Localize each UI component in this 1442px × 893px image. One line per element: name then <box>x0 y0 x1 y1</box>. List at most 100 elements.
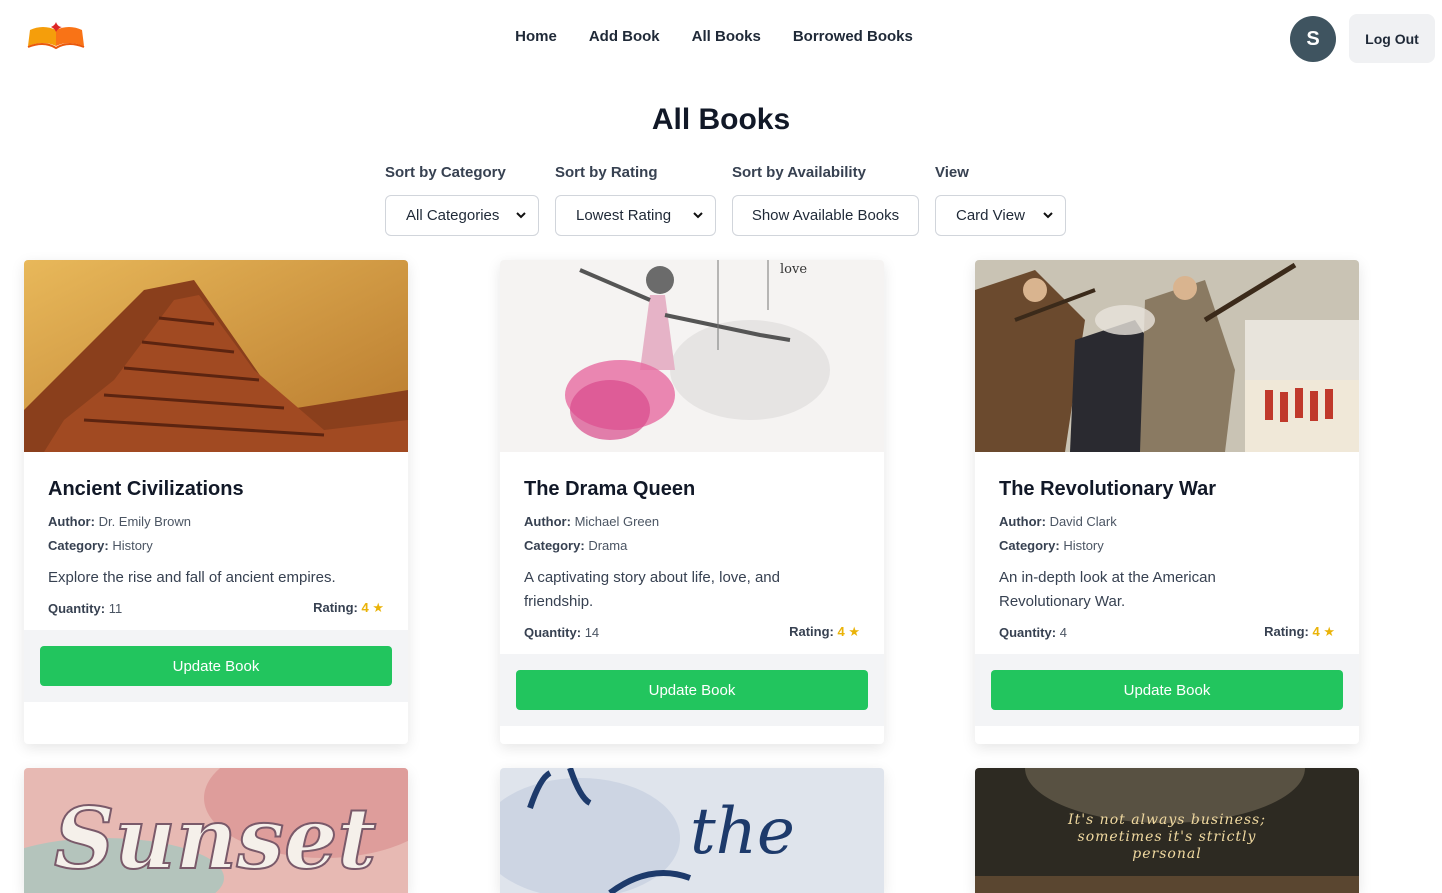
star-icon: ★ <box>1323 624 1335 639</box>
category-value: Drama <box>588 538 628 553</box>
book-card: The Revolutionary War Author: David Clar… <box>975 260 1359 744</box>
book-rating: Rating: 4 ★ <box>789 624 860 640</box>
availability-button-label: Show Available Books <box>751 207 900 224</box>
category-label: Category: <box>999 538 1060 553</box>
card-actions: Update Book <box>500 654 884 726</box>
business-cover-art: It's not always business; sometimes it's… <box>975 768 1359 893</box>
book-cover-image: the <box>500 768 884 893</box>
category-filter-label: Sort by Category <box>385 164 506 181</box>
book-description: Explore the rise and fall of ancient emp… <box>48 569 336 586</box>
book-card: the <box>500 768 884 893</box>
book-footer: Quantity: 11 Rating: 4 ★ <box>48 596 384 620</box>
book-cover-image: Sunset <box>24 768 408 893</box>
dancer-cover-art: love <box>500 260 884 452</box>
quantity-value: 11 <box>108 600 123 616</box>
category-label: Category: <box>48 538 109 553</box>
author-label: Author: <box>999 514 1046 529</box>
book-author: Author: David Clark <box>999 512 1335 532</box>
nav-add-book-link[interactable]: Add Book <box>589 28 660 45</box>
nav-all-books-link[interactable]: All Books <box>692 28 761 45</box>
cover-text: the <box>690 795 795 869</box>
update-book-button[interactable]: Update Book <box>991 670 1343 710</box>
main-nav: Home Add Book All Books Borrowed Books <box>0 28 1442 45</box>
nav-home-link[interactable]: Home <box>515 28 557 45</box>
cover-text: love <box>780 262 807 277</box>
card-actions: Update Book <box>24 630 408 702</box>
rating-select[interactable]: Lowest Rating <box>555 195 716 236</box>
view-filter-label: View <box>935 164 969 181</box>
star-icon: ★ <box>848 624 860 639</box>
sunset-cover-art: Sunset <box>24 768 408 893</box>
book-cover-image: It's not always business; sometimes it's… <box>975 768 1359 893</box>
nav-borrowed-books-link[interactable]: Borrowed Books <box>793 28 913 45</box>
category-select-value: All Categories <box>406 207 500 224</box>
book-category: Category: History <box>48 536 384 556</box>
book-quantity: Quantity: 11 <box>48 601 122 616</box>
book-author: Author: Dr. Emily Brown <box>48 512 384 532</box>
rating-label: Rating: <box>1264 624 1309 639</box>
show-available-books-button[interactable]: Show Available Books <box>732 195 919 236</box>
category-select[interactable]: All Categories <box>385 195 539 236</box>
revolutionary-war-cover-art <box>975 260 1359 452</box>
view-select[interactable]: Card View <box>935 195 1066 236</box>
quantity-label: Quantity: <box>524 624 582 640</box>
navbar: Home Add Book All Books Borrowed Books S… <box>0 0 1442 78</box>
chevron-down-icon <box>1043 212 1053 219</box>
book-cover-image <box>24 260 408 452</box>
pyramid-cover-art <box>24 260 408 452</box>
book-rating: Rating: 4 ★ <box>1264 624 1335 640</box>
update-book-button[interactable]: Update Book <box>40 646 392 686</box>
star-icon: ★ <box>372 600 384 615</box>
author-value: Dr. Emily Brown <box>98 514 192 529</box>
rating-value: 4 <box>837 624 845 639</box>
page-title: All Books <box>651 103 791 136</box>
book-cover-image: love <box>500 260 884 452</box>
quantity-value: 4 <box>1059 624 1067 640</box>
update-book-button[interactable]: Update Book <box>516 670 868 710</box>
author-label: Author: <box>48 514 95 529</box>
book-quantity: Quantity: 4 <box>999 625 1067 640</box>
view-select-value: Card View <box>956 207 1025 224</box>
book-author: Author: Michael Green <box>524 512 860 532</box>
category-value: History <box>1063 538 1104 553</box>
book-footer: Quantity: 4 Rating: 4 ★ <box>999 620 1335 644</box>
book-rating: Rating: 4 ★ <box>313 600 384 616</box>
user-avatar[interactable]: S <box>1290 16 1336 62</box>
book-title: Ancient Civilizations <box>48 478 244 500</box>
chevron-down-icon <box>693 212 703 219</box>
availability-filter-label: Sort by Availability <box>732 164 866 181</box>
rating-filter-label: Sort by Rating <box>555 164 658 181</box>
logout-button[interactable]: Log Out <box>1349 14 1435 63</box>
book-quantity: Quantity: 14 <box>524 625 599 640</box>
author-label: Author: <box>524 514 571 529</box>
quantity-label: Quantity: <box>48 600 106 616</box>
cover-text: Sunset <box>54 789 376 888</box>
view-filter: View Card View <box>935 164 1066 236</box>
rating-value: 4 <box>1312 624 1320 639</box>
book-footer: Quantity: 14 Rating: 4 ★ <box>524 620 860 644</box>
cover-text: It's not always business; sometimes it's… <box>1068 812 1266 862</box>
rating-label: Rating: <box>789 624 834 639</box>
author-value: David Clark <box>1049 514 1117 529</box>
book-card: love The Drama Queen Author: Michael Gre… <box>500 260 884 744</box>
category-filter: Sort by Category All Categories <box>385 164 539 236</box>
category-value: History <box>112 538 153 553</box>
book-title: The Drama Queen <box>524 478 696 500</box>
rating-select-value: Lowest Rating <box>576 207 672 224</box>
category-label: Category: <box>524 538 585 553</box>
rating-label: Rating: <box>313 600 358 615</box>
rating-value: 4 <box>361 600 369 615</box>
book-card: It's not always business; sometimes it's… <box>975 768 1359 893</box>
rating-filter: Sort by Rating Lowest Rating <box>555 164 716 236</box>
book-category: Category: History <box>999 536 1335 556</box>
book-description: A captivating story about life, love, an… <box>524 569 780 610</box>
quantity-label: Quantity: <box>999 624 1057 640</box>
book-title: The Revolutionary War <box>999 478 1217 500</box>
book-cover-image <box>975 260 1359 452</box>
author-value: Michael Green <box>574 514 660 529</box>
card-actions: Update Book <box>975 654 1359 726</box>
availability-filter: Sort by Availability Show Available Book… <box>732 164 919 236</box>
book-card: Ancient Civilizations Author: Dr. Emily … <box>24 260 408 744</box>
book-card: Sunset <box>24 768 408 893</box>
chevron-down-icon <box>516 212 526 219</box>
